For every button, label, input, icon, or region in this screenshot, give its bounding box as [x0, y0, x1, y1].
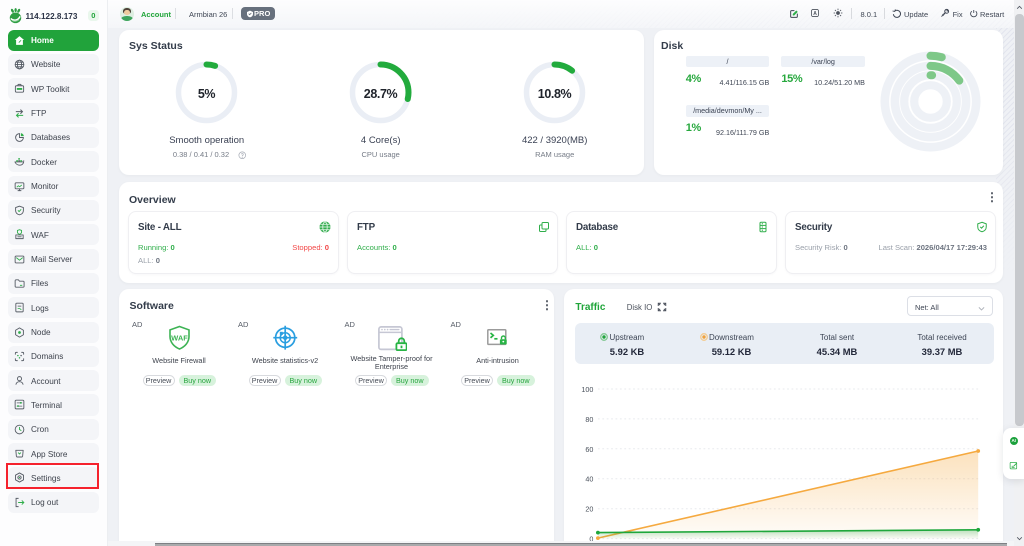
- svg-text:A: A: [813, 11, 817, 17]
- svg-text:28.7%: 28.7%: [364, 87, 398, 101]
- svg-text:5%: 5%: [198, 87, 216, 101]
- svg-text:10.8%: 10.8%: [538, 87, 572, 101]
- svg-text:20: 20: [586, 505, 594, 514]
- svg-text:40: 40: [586, 475, 594, 484]
- svg-text:100: 100: [582, 385, 594, 394]
- svg-text:WAF: WAF: [171, 334, 188, 343]
- svg-text:60: 60: [586, 445, 594, 454]
- svg-text:80: 80: [586, 415, 594, 424]
